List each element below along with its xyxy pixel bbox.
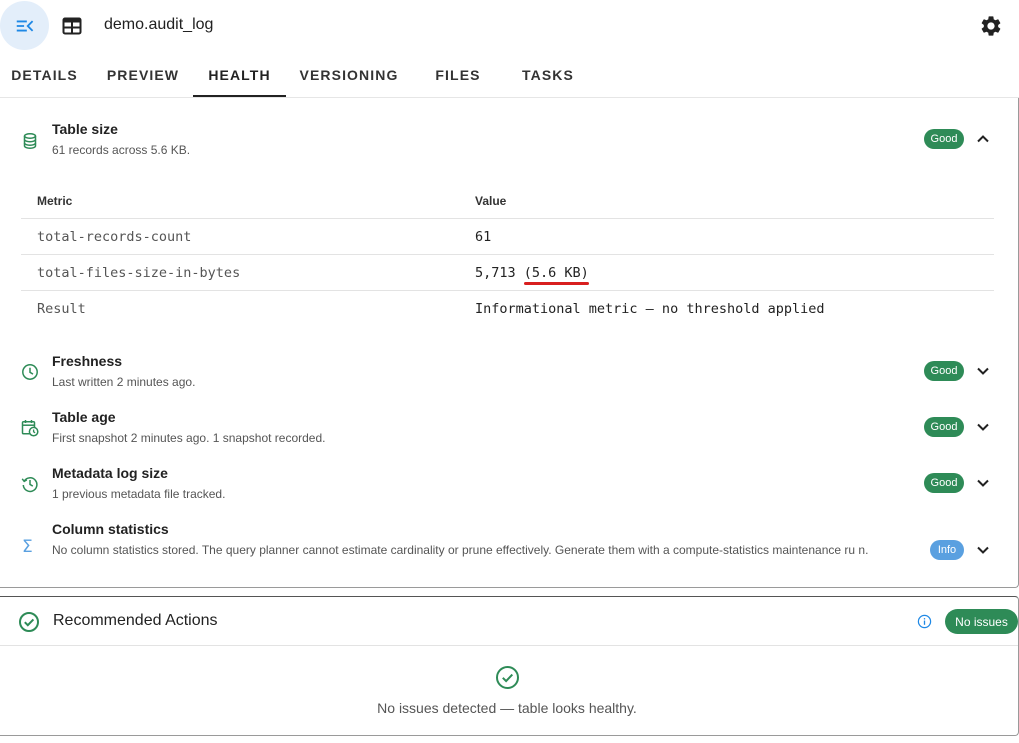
- freshness-section[interactable]: Freshness Last written 2 minutes ago. Go…: [0, 348, 1018, 402]
- status-badge: Good: [924, 473, 964, 493]
- section-title: Table age: [52, 409, 116, 425]
- menu-collapse-icon: [16, 20, 33, 31]
- annotation-underline: [523, 282, 589, 285]
- tab-tasks[interactable]: TASKS: [510, 52, 586, 98]
- recommended-actions-title: Recommended Actions: [53, 612, 218, 629]
- chevron-down-icon[interactable]: [975, 542, 991, 558]
- table-row: Result Informational metric — no thresho…: [21, 291, 994, 327]
- column-header-value: Value: [475, 194, 507, 208]
- tab-versioning[interactable]: VERSIONING: [293, 52, 405, 98]
- status-badge: Good: [924, 417, 964, 437]
- section-subtitle: No column statistics stored. The query p…: [52, 543, 869, 557]
- metric-cell: Result: [37, 301, 86, 317]
- no-issues-badge: No issues: [945, 609, 1018, 634]
- column-statistics-section[interactable]: Σ Column statistics No column statistics…: [0, 516, 1018, 582]
- table-row: total-records-count 61: [21, 219, 994, 255]
- table-age-section[interactable]: Table age First snapshot 2 minutes ago. …: [0, 404, 1018, 458]
- info-icon[interactable]: [917, 614, 932, 629]
- tab-files[interactable]: FILES: [421, 52, 495, 98]
- check-circle-icon: [496, 666, 519, 689]
- page-title: demo.audit_log: [104, 16, 214, 33]
- tab-details[interactable]: DETAILS: [0, 52, 89, 98]
- value-cell: 5,713 (5.6 KB): [475, 255, 589, 291]
- table-icon: [62, 17, 82, 35]
- active-tab-indicator: [193, 95, 286, 97]
- section-title: Table size: [52, 121, 118, 137]
- metric-cell: total-records-count: [37, 229, 192, 245]
- database-icon: [23, 133, 37, 149]
- tab-preview[interactable]: PREVIEW: [97, 52, 189, 98]
- metadata-log-section[interactable]: Metadata log size 1 previous metadata fi…: [0, 460, 1018, 514]
- value-human-size: (5.6 KB): [523, 265, 589, 285]
- menu-collapse-button[interactable]: [0, 1, 49, 50]
- recommended-actions-card: Recommended Actions No issues No issues …: [0, 596, 1019, 736]
- calendar-clock-icon: [21, 420, 39, 437]
- app-header: demo.audit_log: [0, 0, 1019, 52]
- metric-cell: total-files-size-in-bytes: [37, 265, 241, 281]
- section-subtitle: Last written 2 minutes ago.: [52, 375, 196, 389]
- value-cell: 61: [475, 229, 492, 245]
- recommended-actions-header: Recommended Actions No issues: [0, 597, 1018, 646]
- table-header-row: Metric Value: [21, 183, 994, 219]
- sigma-icon: Σ: [22, 537, 33, 557]
- chevron-down-icon[interactable]: [975, 475, 991, 491]
- tab-health[interactable]: HEALTH: [193, 52, 286, 98]
- section-subtitle: 1 previous metadata file tracked.: [52, 487, 226, 501]
- gear-icon[interactable]: [979, 14, 1003, 38]
- table-row: total-files-size-in-bytes 5,713 (5.6 KB): [21, 255, 994, 291]
- chevron-down-icon[interactable]: [975, 363, 991, 379]
- status-badge: Info: [930, 540, 964, 560]
- section-subtitle: 61 records across 5.6 KB.: [52, 143, 191, 157]
- value-bytes: 5,713: [475, 265, 524, 281]
- tab-bar: DETAILS PREVIEW HEALTH VERSIONING FILES …: [0, 52, 1019, 98]
- status-badge: Good: [924, 129, 964, 149]
- no-issues-message: No issues detected — table looks healthy…: [377, 700, 637, 716]
- chevron-down-icon[interactable]: [975, 419, 991, 435]
- section-subtitle: First snapshot 2 minutes ago. 1 snapshot…: [52, 431, 326, 445]
- section-title: Column statistics: [52, 521, 169, 537]
- check-circle-icon: [19, 612, 39, 632]
- history-icon: [21, 477, 38, 493]
- health-card: Table size 61 records across 5.6 KB. Goo…: [0, 98, 1019, 588]
- column-header-metric: Metric: [37, 194, 73, 208]
- section-title: Metadata log size: [52, 465, 168, 481]
- clock-icon: [22, 364, 38, 380]
- table-size-section: Table size 61 records across 5.6 KB. Goo…: [0, 98, 1018, 334]
- section-title: Freshness: [52, 353, 123, 369]
- value-human-size-text: (5.6 KB): [523, 265, 589, 281]
- chevron-up-icon[interactable]: [975, 131, 991, 147]
- status-badge: Good: [924, 361, 964, 381]
- value-cell: Informational metric — no threshold appl…: [475, 301, 825, 317]
